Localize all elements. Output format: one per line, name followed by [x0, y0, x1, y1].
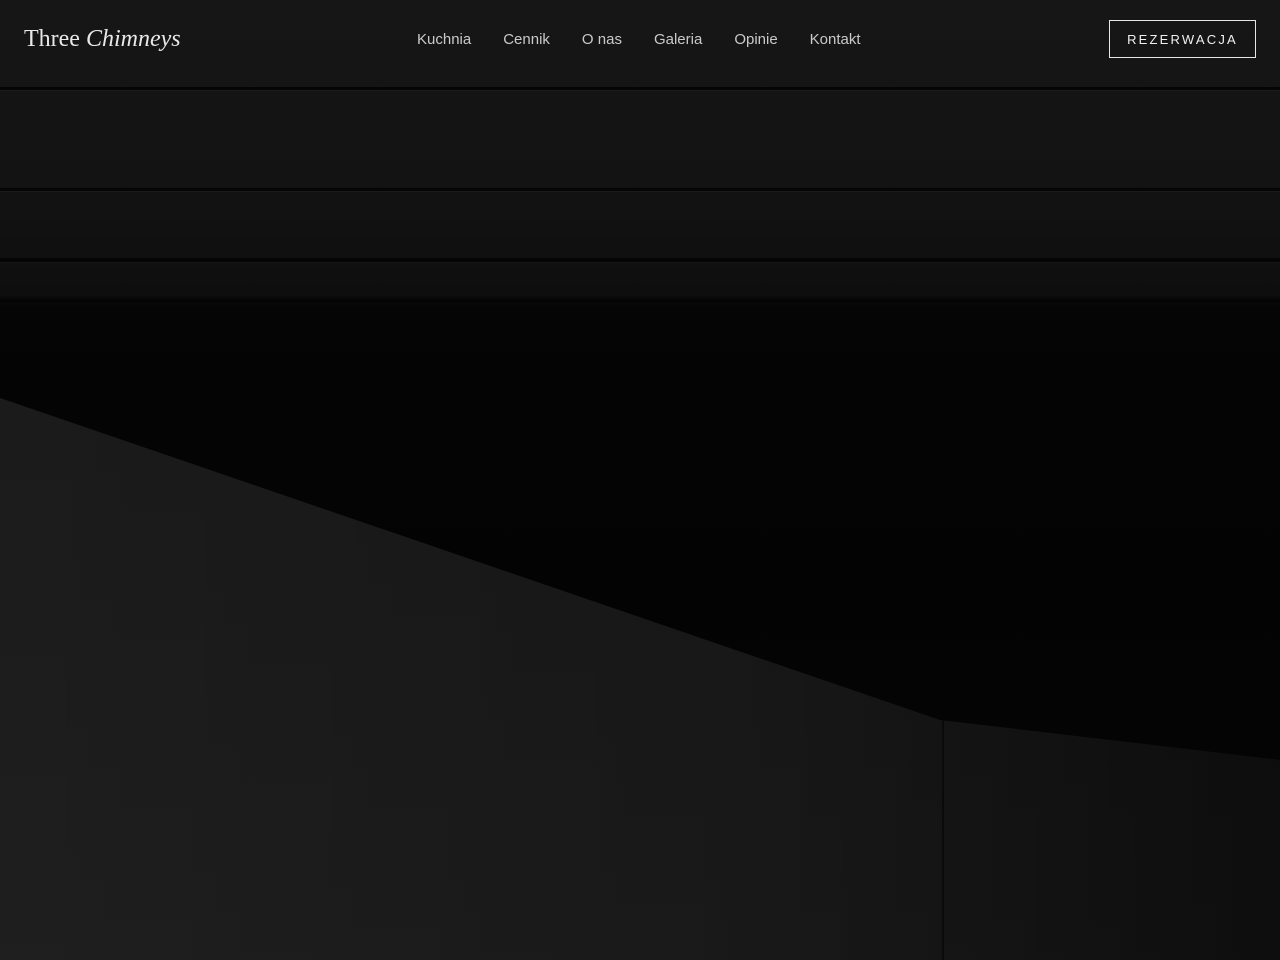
nav-item-galeria[interactable]: Galeria	[654, 31, 702, 48]
reservation-button[interactable]: REZERWACJA	[1109, 20, 1256, 58]
main-nav: Kuchnia Cennik O nas Galeria Opinie Kont…	[417, 0, 861, 78]
ceiling-beam	[0, 188, 1280, 191]
nav-item-kontakt[interactable]: Kontakt	[810, 31, 861, 48]
site-header: Three Chimneys Kuchnia Cennik O nas Galer…	[0, 0, 1280, 78]
logo-text-regular: Three	[24, 25, 80, 52]
page: Three Chimneys Kuchnia Cennik O nas Galer…	[0, 0, 1280, 960]
hero-background-image	[0, 0, 1280, 960]
ceiling-edge	[0, 296, 1280, 302]
site-logo[interactable]: Three Chimneys	[24, 26, 181, 53]
nav-item-o-nas[interactable]: O nas	[582, 31, 622, 48]
wall-corner-line	[942, 720, 944, 960]
ceiling-beam	[0, 258, 1280, 262]
nav-item-cennik[interactable]: Cennik	[503, 31, 550, 48]
logo-text-italic: Chimneys	[85, 25, 181, 52]
nav-item-kuchnia[interactable]: Kuchnia	[417, 31, 471, 48]
nav-item-opinie[interactable]: Opinie	[734, 31, 777, 48]
ceiling-beam	[0, 87, 1280, 90]
